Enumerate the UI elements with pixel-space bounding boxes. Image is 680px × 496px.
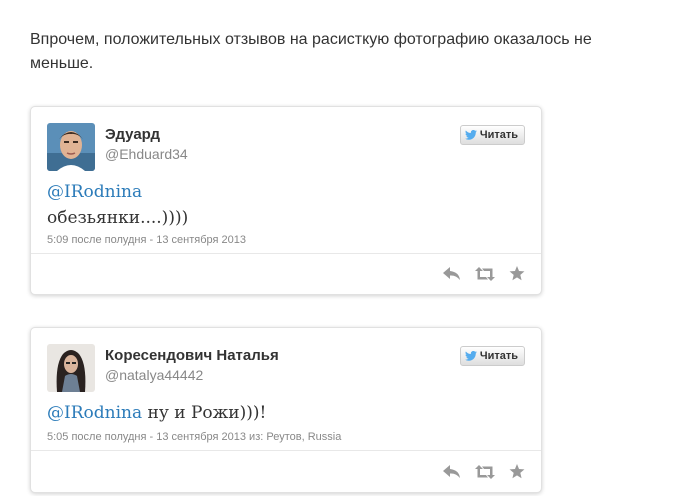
tweet-text: @IRodnina ну и Рожи)))!: [47, 400, 266, 426]
intro-paragraph: Впрочем, положительных отзывов на расист…: [30, 31, 592, 72]
mention-link[interactable]: @IRodnina: [47, 179, 188, 205]
author-name[interactable]: Коресендович Наталья: [105, 347, 279, 364]
twitter-bird-icon: [464, 130, 477, 140]
reply-icon[interactable]: [443, 464, 461, 484]
mention-link[interactable]: @IRodnina: [47, 403, 142, 423]
tweet-body-text: обезьянки....)))): [47, 208, 189, 228]
author-handle[interactable]: @natalya44442: [105, 367, 203, 383]
follow-label: Читать: [479, 129, 518, 141]
follow-button[interactable]: Читать: [459, 125, 525, 145]
follow-label: Читать: [479, 350, 518, 362]
favorite-icon[interactable]: [509, 266, 525, 286]
reply-icon[interactable]: [443, 266, 461, 286]
author-handle[interactable]: @Ehduard34: [105, 146, 188, 162]
tweet-card: Эдуард @Ehduard34 Читать @IRodnina обезь…: [30, 106, 542, 295]
tweet-timestamp[interactable]: 5:09 после полудня - 13 сентября 2013: [47, 234, 246, 246]
tweet-body-text: ну и Рожи)))!: [142, 403, 267, 423]
retweet-icon[interactable]: [475, 464, 495, 484]
divider: [31, 253, 541, 254]
author-name[interactable]: Эдуард: [105, 126, 160, 143]
divider: [31, 450, 541, 451]
tweet-text: @IRodnina обезьянки....)))): [47, 179, 188, 231]
tweet-actions: [443, 464, 525, 484]
favorite-icon[interactable]: [509, 464, 525, 484]
tweet-card: Коресендович Наталья @natalya44442 Читат…: [30, 327, 542, 493]
twitter-bird-icon: [464, 351, 477, 361]
avatar[interactable]: [47, 123, 95, 171]
tweet-timestamp[interactable]: 5:05 после полудня - 13 сентября 2013 из…: [47, 431, 341, 443]
retweet-icon[interactable]: [475, 266, 495, 286]
avatar[interactable]: [47, 344, 95, 392]
follow-button[interactable]: Читать: [459, 346, 525, 366]
tweet-actions: [443, 266, 525, 286]
